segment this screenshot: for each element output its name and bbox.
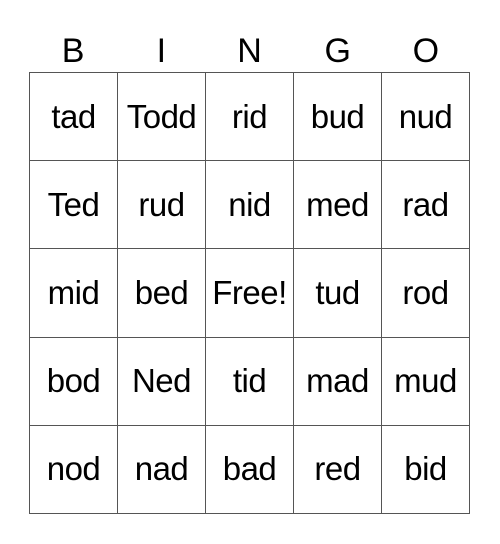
bingo-cell[interactable]: tid xyxy=(206,337,294,426)
bingo-cell[interactable]: Ned xyxy=(118,337,206,426)
bingo-cell[interactable]: mad xyxy=(294,337,382,426)
bingo-header: B I N G O xyxy=(29,30,470,72)
bingo-cell[interactable]: nod xyxy=(30,425,118,514)
bingo-cell[interactable]: rod xyxy=(382,249,470,338)
bingo-cell[interactable]: bed xyxy=(118,249,206,338)
bingo-cell[interactable]: Todd xyxy=(118,73,206,162)
header-letter-n: N xyxy=(237,32,262,70)
bingo-cell[interactable]: rad xyxy=(382,161,470,250)
bingo-cell[interactable]: rid xyxy=(206,73,294,162)
bingo-cell[interactable]: mud xyxy=(382,337,470,426)
bingo-cell[interactable]: nid xyxy=(206,161,294,250)
bingo-cell[interactable]: bid xyxy=(382,425,470,514)
header-letter-b: B xyxy=(61,32,85,70)
bingo-cell[interactable]: bad xyxy=(206,425,294,514)
header-letter-o: O xyxy=(412,32,440,70)
bingo-cell[interactable]: med xyxy=(294,161,382,250)
bingo-cell[interactable]: tud xyxy=(294,249,382,338)
bingo-cell[interactable]: nud xyxy=(382,73,470,162)
header-letter-i: I xyxy=(156,32,167,70)
bingo-free-space[interactable]: Free! xyxy=(206,249,294,338)
bingo-cell[interactable]: nad xyxy=(118,425,206,514)
bingo-cell[interactable]: Ted xyxy=(30,161,118,250)
bingo-cell[interactable]: mid xyxy=(30,249,118,338)
bingo-cell[interactable]: red xyxy=(294,425,382,514)
bingo-cell[interactable]: tad xyxy=(30,73,118,162)
bingo-cell[interactable]: bod xyxy=(30,337,118,426)
bingo-cell[interactable]: bud xyxy=(294,73,382,162)
header-letter-g: G xyxy=(324,32,351,70)
bingo-card-grid: tad Todd rid bud nud Ted rud nid med rad… xyxy=(29,72,470,514)
bingo-cell[interactable]: rud xyxy=(118,161,206,250)
